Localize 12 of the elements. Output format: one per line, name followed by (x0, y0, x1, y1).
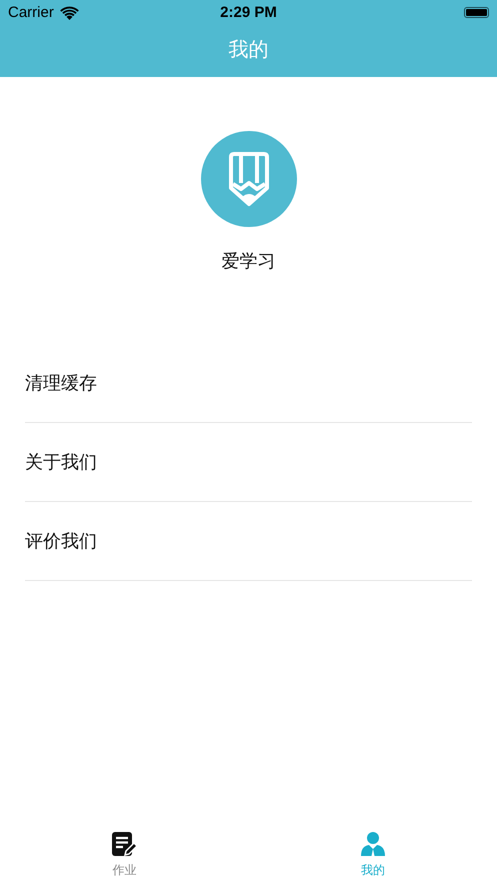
tab-item[interactable]: 作业 (0, 825, 248, 883)
status-time: 2:29 PM (220, 4, 277, 21)
battery-icon (464, 7, 489, 18)
nav-title: 我的 (228, 38, 270, 63)
wifi-icon (60, 6, 79, 20)
profile-name: 爱学习 (222, 250, 276, 273)
menu-item[interactable]: 评价我们 (25, 502, 472, 581)
person-icon (360, 831, 386, 857)
carrier-label: Carrier (8, 4, 54, 21)
menu-item[interactable]: 关于我们 (25, 423, 472, 502)
menu-item[interactable]: 清理缓存 (25, 344, 472, 423)
document-icon (111, 831, 138, 857)
